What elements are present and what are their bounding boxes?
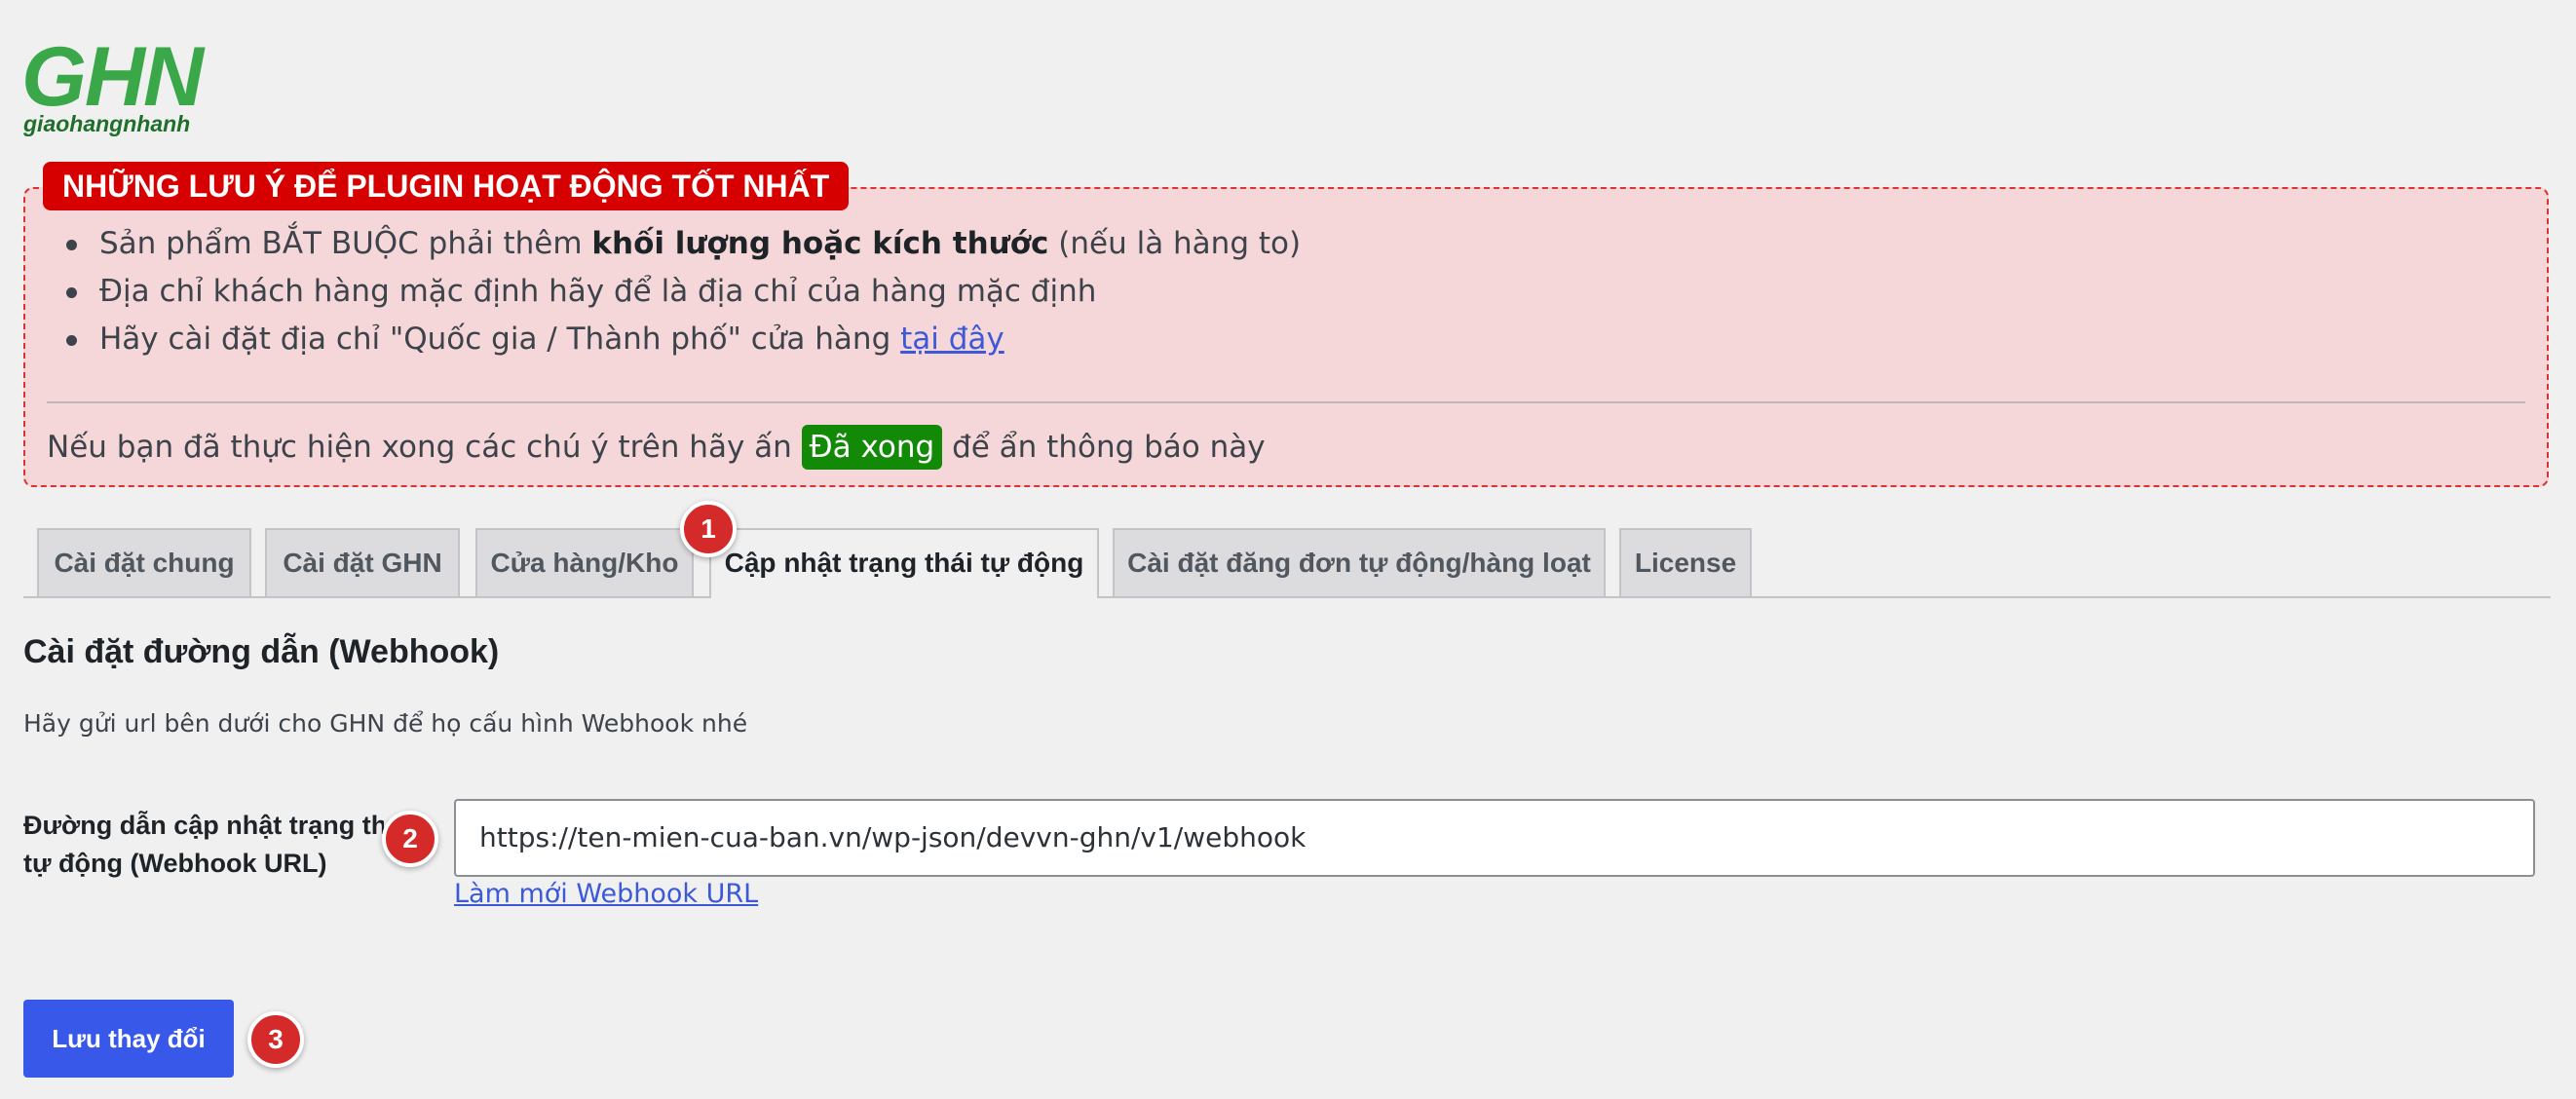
ghn-logo: GHN giaohangnhanh xyxy=(21,35,226,136)
done-button[interactable]: Đã xong xyxy=(801,425,943,470)
step-badge-1: 1 xyxy=(680,501,737,557)
notice-divider xyxy=(47,401,2525,403)
notice-list: Sản phẩm BẮT BUỘC phải thêm khối lượng h… xyxy=(60,220,1301,363)
refresh-webhook-link[interactable]: Làm mới Webhook URL xyxy=(454,879,758,909)
notice-item: Hãy cài đặt địa chỉ "Quốc gia / Thành ph… xyxy=(60,316,1301,363)
step-badge-3: 3 xyxy=(247,1011,304,1068)
notice-item: Sản phẩm BẮT BUỘC phải thêm khối lượng h… xyxy=(60,220,1301,268)
tab-auto-status-update[interactable]: Cập nhật trạng thái tự động xyxy=(709,528,1099,598)
notice-title: NHỮNG LƯU Ý ĐỂ PLUGIN HOẠT ĐỘNG TỐT NHẤT xyxy=(43,162,850,210)
webhook-url-label: Đường dẫn cập nhật trạng th tự động (Web… xyxy=(23,811,384,878)
notice-item: Địa chỉ khách hàng mặc định hãy để là đị… xyxy=(60,268,1301,316)
logo-subtext: giaohangnhanh xyxy=(23,111,191,136)
tab-ghn-settings[interactable]: Cài đặt GHN xyxy=(265,528,460,596)
step-badge-2: 2 xyxy=(382,811,438,867)
webhook-url-field[interactable]: https://ten-mien-cua-ban.vn/wp-json/devv… xyxy=(454,799,2535,877)
notice-dismiss-line: Nếu bạn đã thực hiện xong các chú ý trên… xyxy=(47,423,1266,472)
tab-license[interactable]: License xyxy=(1619,528,1752,596)
section-description: Hãy gửi url bên dưới cho GHN để họ cấu h… xyxy=(23,709,748,738)
tab-auto-order-posting[interactable]: Cài đặt đăng đơn tự động/hàng loạt xyxy=(1113,528,1606,596)
logo-mark: GHN xyxy=(21,30,204,124)
store-address-link[interactable]: tại đây xyxy=(900,322,1004,357)
tab-general-settings[interactable]: Cài đặt chung xyxy=(37,528,251,596)
save-changes-button[interactable]: Lưu thay đổi xyxy=(23,1000,234,1078)
section-title: Cài đặt đường dẫn (Webhook) xyxy=(23,633,500,670)
tab-store-warehouse[interactable]: Cửa hàng/Kho xyxy=(475,528,694,596)
tabs-baseline xyxy=(23,596,2551,598)
plugin-notice: Sản phẩm BẮT BUỘC phải thêm khối lượng h… xyxy=(23,187,2549,487)
